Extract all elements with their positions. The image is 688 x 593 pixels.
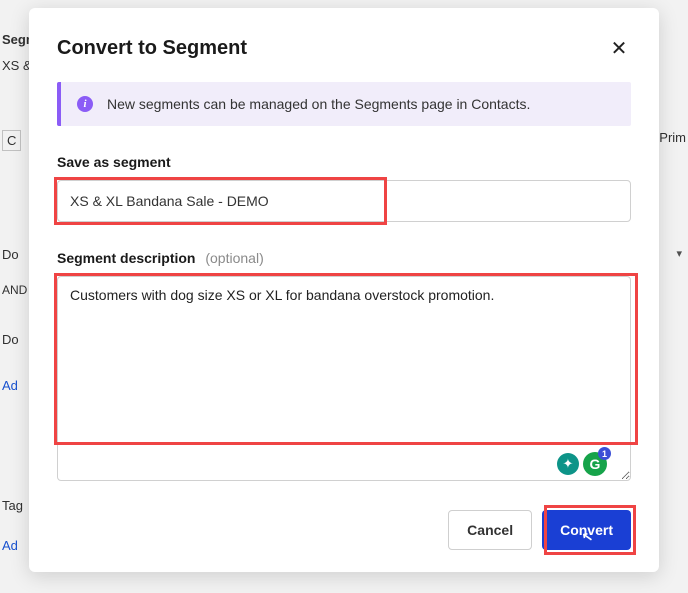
grammarly-badge: 1 xyxy=(598,447,611,460)
modal-header: Convert to Segment ✕ xyxy=(57,36,631,60)
grammarly-icon[interactable]: G 1 xyxy=(583,452,607,476)
textarea-tools: ✦ G 1 xyxy=(557,452,607,476)
desc-optional-text: (optional) xyxy=(205,250,263,266)
segment-description-label: Segment description (optional) xyxy=(57,250,631,266)
cancel-button[interactable]: Cancel xyxy=(448,510,532,550)
convert-button[interactable]: Convert ↖ xyxy=(542,510,631,550)
desc-label-text: Segment description xyxy=(57,250,195,266)
segment-name-label: Save as segment xyxy=(57,154,631,170)
segment-name-wrap xyxy=(57,180,631,222)
segment-name-input[interactable] xyxy=(57,180,631,222)
convert-segment-modal: Convert to Segment ✕ i New segments can … xyxy=(29,8,659,572)
info-icon: i xyxy=(77,96,93,112)
modal-footer: Cancel Convert ↖ xyxy=(57,510,631,550)
close-icon: ✕ xyxy=(611,36,628,61)
segment-description-wrap: Customers with dog size XS or XL for ban… xyxy=(57,276,631,486)
close-button[interactable]: ✕ xyxy=(607,36,631,60)
segment-description-input[interactable]: Customers with dog size XS or XL for ban… xyxy=(57,276,631,481)
modal-overlay: Convert to Segment ✕ i New segments can … xyxy=(0,0,688,593)
convert-button-label: Convert xyxy=(560,522,613,538)
info-banner-text: New segments can be managed on the Segme… xyxy=(107,96,530,112)
assistant-icon[interactable]: ✦ xyxy=(557,453,579,475)
modal-title: Convert to Segment xyxy=(57,37,247,60)
info-banner: i New segments can be managed on the Seg… xyxy=(57,82,631,126)
